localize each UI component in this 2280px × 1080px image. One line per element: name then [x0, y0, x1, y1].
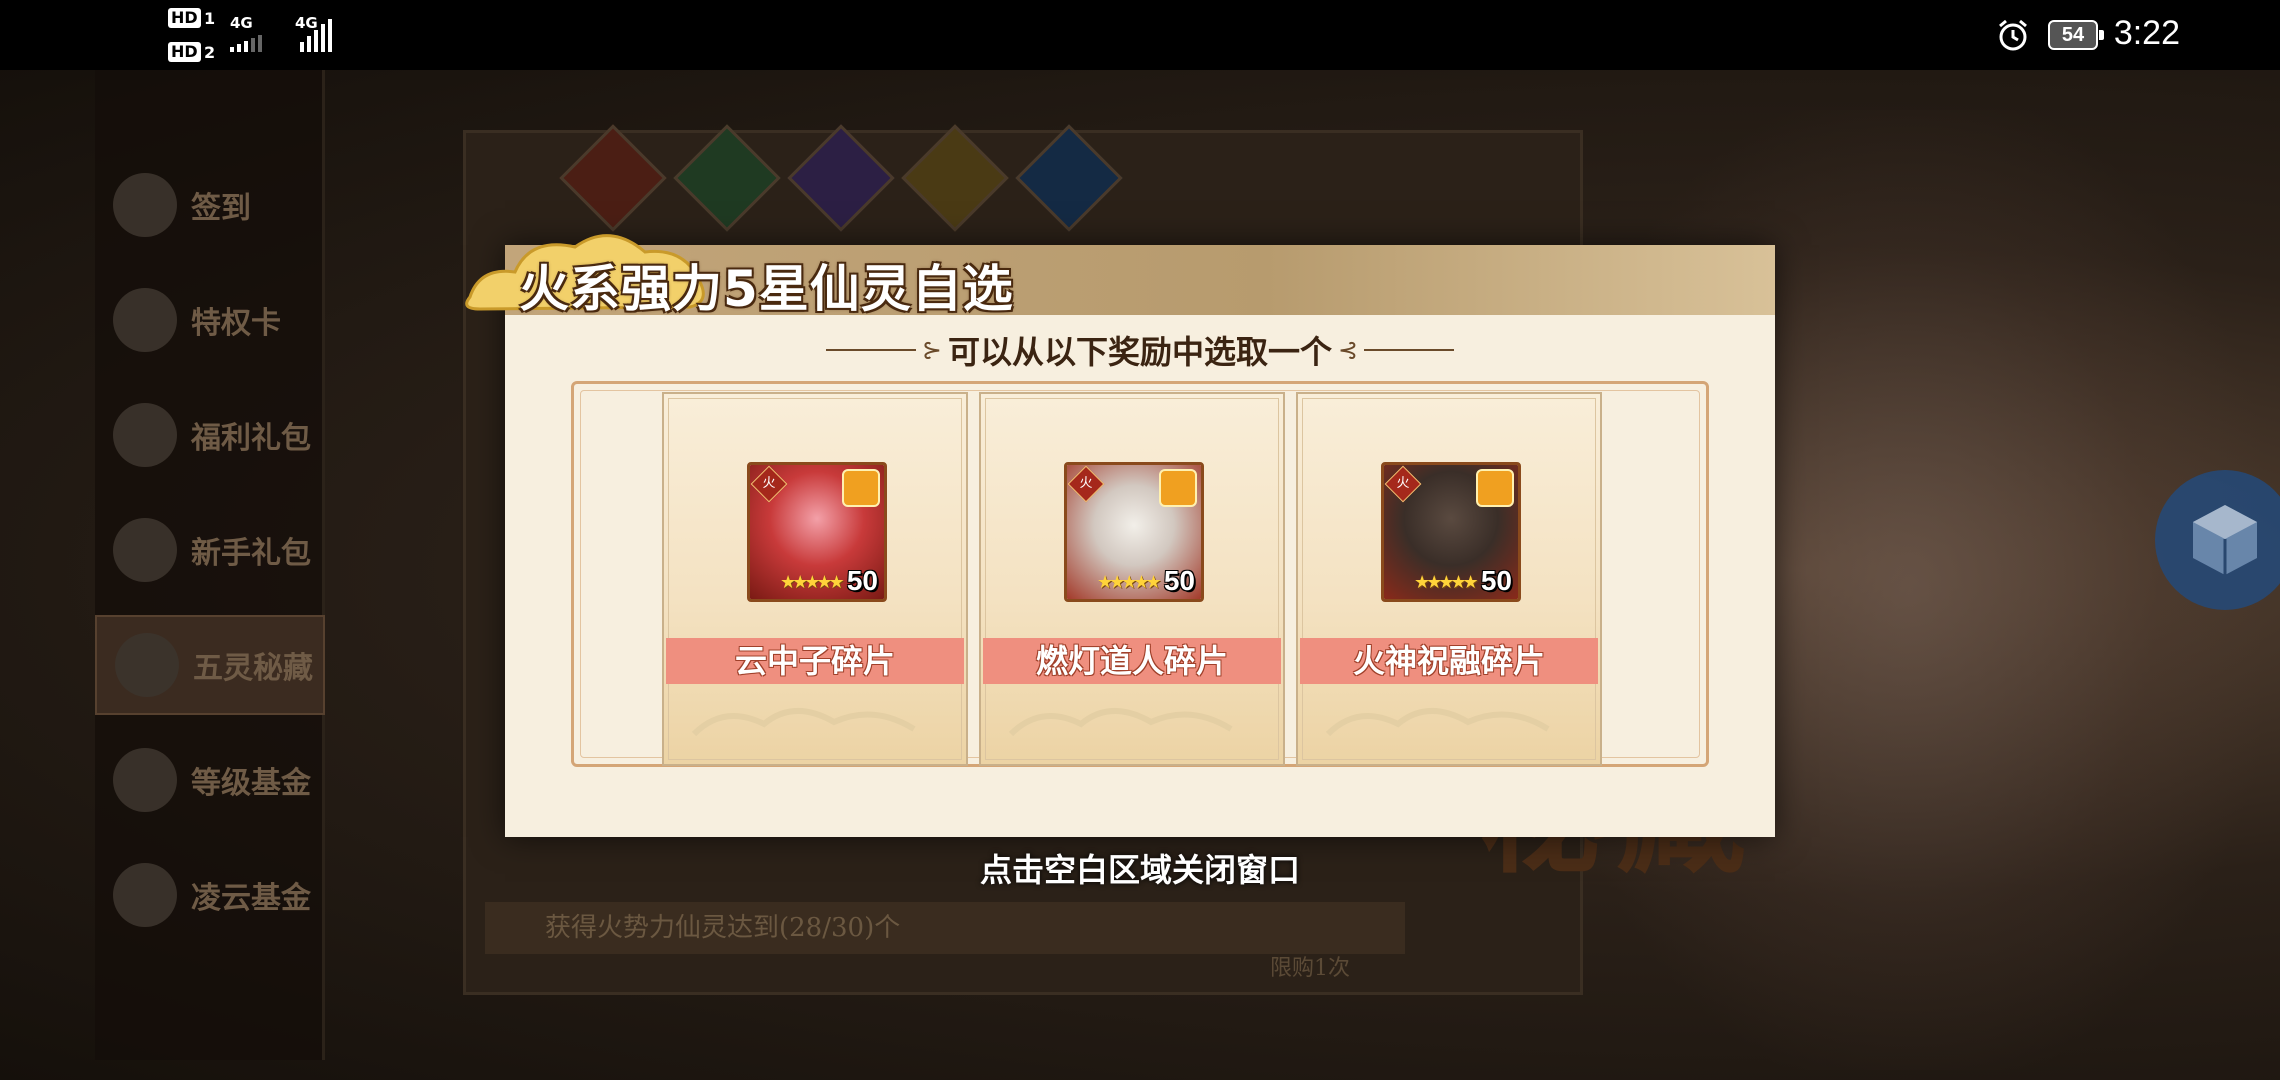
reward-name: 燃灯道人碎片 [1035, 642, 1228, 680]
flourish-left-icon: ⊱ [921, 336, 942, 364]
dialog-title: 火系强力5星仙灵自选 [519, 260, 1014, 318]
reward-name: 火神祝融碎片 [1352, 642, 1545, 680]
cloud-pattern-icon [1008, 708, 1233, 737]
sidebar-item-label: 等级基金 [191, 766, 311, 801]
reward-card[interactable]: 火 ★★★★★ 50 燃灯道人碎片 [979, 392, 1285, 766]
dialog-subtitle-row: ⊱ 可以从以下奖励中选取一个 ⊰ [505, 325, 1775, 375]
sim1-hd-badge: HD [168, 8, 201, 28]
flourish-right-icon: ⊰ [1338, 336, 1359, 364]
sidebar-item-label: 福利礼包 [191, 421, 311, 456]
sidebar-item-label: 特权卡 [191, 306, 281, 341]
close-hint: 点击空白区域关闭窗口 [0, 845, 2280, 891]
status-bar: HD 1 HD 2 4G 4G 54 3:22 [0, 0, 2280, 70]
thunder-element-tab[interactable] [787, 124, 895, 232]
progress-task-row: 获得火势力仙灵达到(28/30)个 [485, 902, 1405, 954]
sidebar-item-sign-in[interactable]: 签到 [95, 155, 325, 255]
alarm-clock-icon [1999, 19, 2027, 51]
reward-count: 50 [1480, 565, 1512, 596]
puzzle-piece-icon [1159, 469, 1197, 507]
star-rating: ★★★★★ [1097, 572, 1162, 593]
reward-portrait: 火 ★★★★★ 50 [1064, 462, 1204, 602]
element-tabs [559, 124, 1123, 232]
star-rating: ★★★★★ [780, 572, 845, 593]
dialog-subtitle: 可以从以下奖励中选取一个 [947, 333, 1332, 371]
reward-portrait: 火 ★★★★★ 50 [1381, 462, 1521, 602]
cloud-pattern-icon [1325, 708, 1550, 737]
reward-card[interactable]: 火 ★★★★★ 50 火神祝融碎片 [1296, 392, 1602, 766]
reward-select-dialog: 火系强力5星仙灵自选 ⊱ 可以从以下奖励中选取一个 ⊰ 火 ★★★★★ 50 云… [465, 234, 1775, 837]
purchase-limit-label: 限购1次 [1270, 956, 1350, 981]
cloud-pattern-icon [691, 708, 916, 737]
gift-bag-icon [113, 403, 177, 467]
signal-bars-2-icon [300, 18, 332, 52]
activity-sidebar: 签到 特权卡 福利礼包 新手礼包 五灵秘藏 等级基金 凌云基金 [95, 70, 325, 1060]
privilege-card-icon [113, 288, 177, 352]
reward-count: 50 [1163, 565, 1195, 596]
sim2-hd-badge: HD [168, 42, 201, 62]
close-hint-text: 点击空白区域关闭窗口 [979, 851, 1300, 889]
sign-in-icon [113, 173, 177, 237]
water-element-tab[interactable] [1015, 124, 1123, 232]
star-rating: ★★★★★ [1414, 572, 1479, 593]
sidebar-item-level-fund[interactable]: 等级基金 [95, 730, 325, 830]
sidebar-item-label: 五灵秘藏 [193, 651, 313, 686]
coins-icon [113, 748, 177, 812]
dialog-header: 火系强力5星仙灵自选 [465, 234, 1775, 318]
reward-name-bar: 燃灯道人碎片 [983, 638, 1281, 684]
divider-line [1364, 349, 1455, 351]
reward-card[interactable]: 火 ★★★★★ 50 云中子碎片 [662, 392, 968, 766]
sim1-number: 1 [204, 9, 216, 28]
gift-bag-icon [115, 633, 179, 697]
sidebar-item-five-spirits-treasure[interactable]: 五灵秘藏 [95, 615, 325, 715]
reward-portrait: 火 ★★★★★ 50 [747, 462, 887, 602]
wind-element-tab[interactable] [673, 124, 781, 232]
reward-name-bar: 火神祝融碎片 [1300, 638, 1598, 684]
signal-bars-1-icon [230, 34, 262, 52]
sidebar-item-privilege-card[interactable]: 特权卡 [95, 270, 325, 370]
earth-element-tab[interactable] [901, 124, 1009, 232]
sim2-number: 2 [204, 43, 216, 62]
cube-icon [2193, 505, 2257, 575]
sidebar-item-welfare-pack[interactable]: 福利礼包 [95, 385, 325, 485]
reward-name: 云中子碎片 [734, 642, 895, 680]
sidebar-item-label: 新手礼包 [191, 536, 311, 571]
puzzle-piece-icon [1476, 469, 1514, 507]
sidebar-item-newbie-pack[interactable]: 新手礼包 [95, 500, 325, 600]
clock: 3:22 [2113, 14, 2180, 52]
puzzle-piece-icon [842, 469, 880, 507]
gift-bag-icon [113, 518, 177, 582]
divider-line [825, 349, 916, 351]
battery-icon: 54 [2048, 20, 2104, 50]
sidebar-item-label: 签到 [191, 191, 251, 226]
reward-count: 50 [846, 565, 878, 596]
reward-name-bar: 云中子碎片 [666, 638, 964, 684]
network-type-1: 4G [230, 14, 253, 32]
fire-element-tab[interactable] [559, 124, 667, 232]
